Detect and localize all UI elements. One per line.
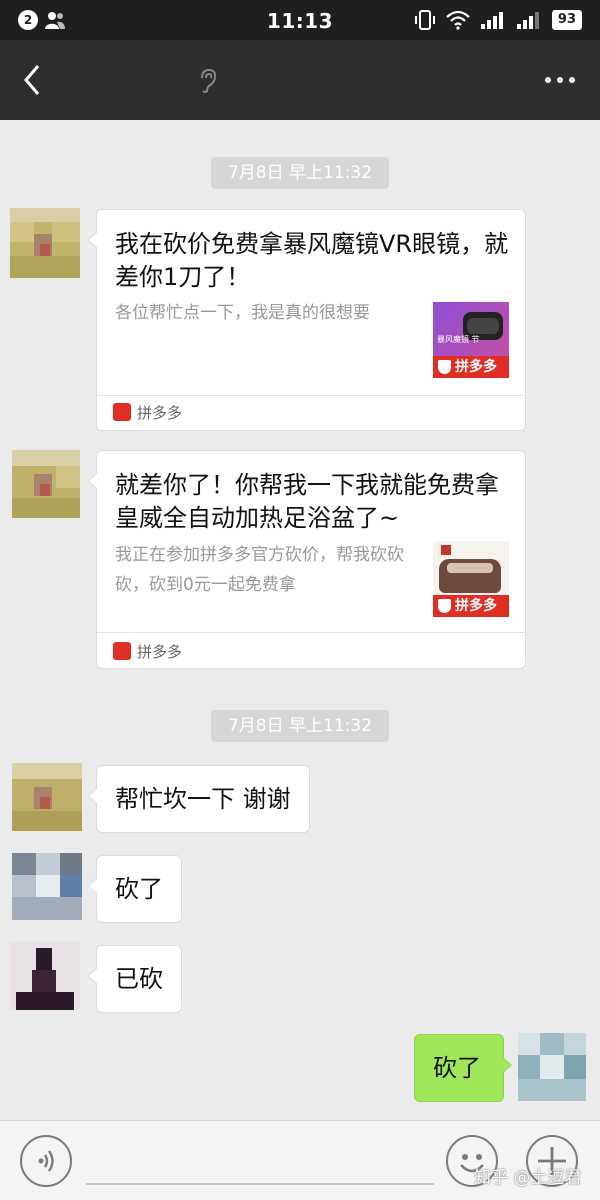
card-thumbnail: 拼多多: [433, 541, 509, 617]
shield-icon: [438, 599, 451, 613]
card-source: 拼多多: [113, 641, 182, 661]
signal-icon: [480, 12, 503, 29]
ear-icon: [201, 68, 217, 93]
back-arrow-icon[interactable]: [18, 62, 48, 98]
status-bar: 2 11:13 93: [0, 0, 600, 40]
contact-avatar[interactable]: [10, 208, 80, 278]
message-text: 帮忙坎一下 谢谢: [115, 785, 291, 813]
pinduoduo-logo-icon: [113, 642, 131, 660]
link-card[interactable]: 我在砍价免费拿暴风魔镜VR眼镜，就差你1刀了！ 各位帮忙点一下，我是真的很想要 …: [88, 209, 526, 431]
message-bubble[interactable]: 帮忙坎一下 谢谢: [88, 765, 310, 833]
message-text: 砍了: [115, 875, 163, 903]
my-avatar[interactable]: [518, 1033, 586, 1101]
contact-avatar[interactable]: [10, 942, 80, 1010]
vibrate-icon: [414, 10, 435, 30]
title-bar: [0, 40, 600, 120]
message-input[interactable]: [86, 1137, 434, 1185]
more-dots-icon[interactable]: [544, 74, 576, 86]
message-bubble[interactable]: 已砍: [88, 945, 182, 1013]
card-source-label: 拼多多: [137, 642, 183, 661]
wifi-icon: [446, 10, 470, 30]
message-bubble[interactable]: 砍了: [88, 855, 182, 923]
voice-icon[interactable]: [20, 1135, 72, 1187]
card-description: 各位帮忙点一下，我是真的很想要: [115, 303, 370, 323]
contact-avatar[interactable]: [12, 450, 80, 518]
contact-avatar[interactable]: [12, 763, 82, 831]
chat-area[interactable]: 7月8日 早上11:32 我在砍价免费拿暴风魔镜VR眼镜，就差你1刀了！ 各位帮…: [0, 120, 600, 1120]
battery-icon: 93: [551, 10, 582, 30]
input-bar: 知乎 @土逗君: [0, 1120, 600, 1200]
signal-2-icon: [516, 12, 539, 29]
shield-icon: [438, 360, 451, 374]
status-icons: 93: [414, 8, 582, 32]
card-source-label: 拼多多: [137, 403, 183, 422]
timestamp: 7月8日 早上11:32: [211, 710, 389, 742]
card-thumbnail: 暴风魔镜 节 拼多多: [433, 302, 509, 378]
card-title: 就差你了！你帮我一下我就能免费拿皇威全自动加热足浴盆了~: [115, 471, 499, 532]
thumb-caption: 暴风魔镜 节: [437, 335, 480, 344]
timestamp: 7月8日 早上11:32: [211, 157, 389, 189]
contact-name-blurred: [70, 62, 188, 98]
card-title: 我在砍价免费拿暴风魔镜VR眼镜，就差你1刀了！: [115, 230, 509, 291]
watermark: 知乎 @土逗君: [474, 1168, 582, 1188]
card-source: 拼多多: [113, 402, 182, 422]
contact-avatar[interactable]: [12, 853, 82, 920]
sent-message-bubble[interactable]: 砍了: [414, 1034, 512, 1102]
card-divider: [97, 395, 525, 396]
message-text: 砍了: [433, 1054, 481, 1082]
card-description: 我正在参加拼多多官方砍价，帮我砍砍砍，砍到0元一起免费拿: [115, 545, 404, 595]
pinduoduo-logo-icon: [113, 403, 131, 421]
link-card[interactable]: 就差你了！你帮我一下我就能免费拿皇威全自动加热足浴盆了~ 我正在参加拼多多官方砍…: [88, 450, 526, 669]
message-text: 已砍: [115, 965, 163, 993]
card-divider: [97, 632, 525, 633]
